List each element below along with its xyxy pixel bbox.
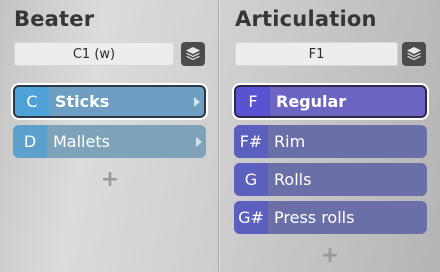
articulation-title: Articulation [235,7,377,31]
beater-item-key: C [15,87,49,116]
articulation-layers-button[interactable] [402,42,426,66]
beater-item-key: D [13,125,47,158]
articulation-item-key: G# [234,201,268,234]
articulation-item-key: F# [234,125,268,158]
chevron-right-icon[interactable] [194,96,200,107]
articulation-item-label: Regular [276,92,347,111]
articulation-item-rim[interactable]: F# Rim [234,125,427,158]
beater-item-mallets[interactable]: D Mallets [13,125,206,158]
articulation-item-label: Press rolls [274,208,355,227]
layers-icon [186,47,200,61]
articulation-slot-field[interactable]: F1 [235,42,398,66]
beater-item-label: Mallets [53,132,110,151]
beater-item-label: Sticks [55,92,110,111]
beater-slot-field[interactable]: C1 (w) [14,42,174,66]
articulation-add-button[interactable]: + [320,245,340,267]
beater-item-sticks[interactable]: C Sticks [13,85,206,118]
articulation-item-press-rolls[interactable]: G# Press rolls [234,201,427,234]
beater-add-button[interactable]: + [100,169,120,191]
articulation-item-regular[interactable]: F Regular [234,85,427,118]
articulation-item-rolls[interactable]: G Rolls [234,163,427,196]
articulation-item-label: Rolls [274,170,312,189]
beater-title: Beater [14,7,95,31]
articulation-item-key: F [236,87,270,116]
articulation-item-key: G [234,163,268,196]
layers-icon [407,47,421,61]
beater-layers-button[interactable] [181,42,205,66]
articulation-item-label: Rim [274,132,306,151]
chevron-right-icon[interactable] [196,136,202,147]
